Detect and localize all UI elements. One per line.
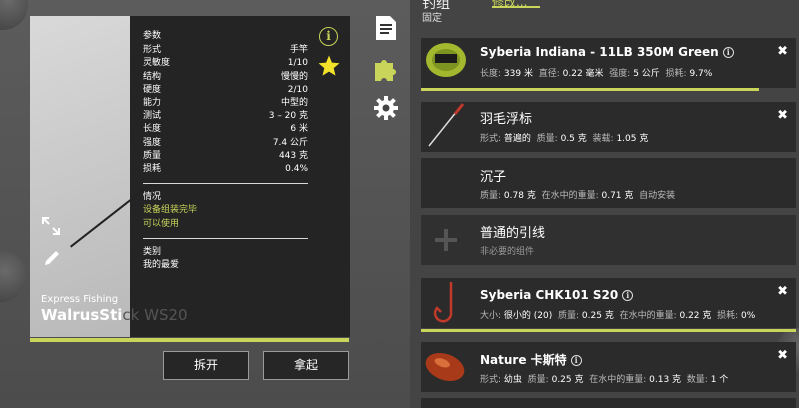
category-value: 我的最爱 bbox=[143, 260, 180, 271]
status-title: 情况 bbox=[143, 192, 162, 203]
status-assembled: 设备组装完毕 bbox=[143, 205, 198, 216]
add-slot-icon[interactable] bbox=[421, 215, 471, 265]
list-item-leader[interactable]: 普通的引线 非必要的组件 bbox=[421, 215, 796, 265]
rod-card: Express Fishing WalrusStick WS20 参数 形式 手竿… bbox=[30, 16, 350, 337]
item-name: 沉子 bbox=[480, 170, 507, 185]
item-details: 大小: 很小的 (20) 质量: 0.25 克 在水中的重量: 0.22 克 损… bbox=[480, 311, 756, 321]
line-wear-bar bbox=[421, 88, 759, 91]
param-row: 灵敏度 1/10 bbox=[143, 57, 308, 70]
param-row: 测试 3 – 20 克 bbox=[143, 110, 308, 123]
item-details: 质量: 0.78 克 在水中的重量: 0.71 克 自动安装 bbox=[480, 191, 676, 201]
category-title: 类别 bbox=[143, 246, 162, 257]
notes-icon[interactable] bbox=[372, 14, 400, 42]
remove-item-button[interactable]: ✖ bbox=[777, 108, 788, 123]
param-row: 损耗 0.4% bbox=[143, 163, 308, 176]
param-label: 强度 bbox=[143, 137, 162, 148]
remove-item-button[interactable]: ✖ bbox=[777, 284, 788, 299]
expand-icon[interactable] bbox=[41, 216, 61, 236]
param-value: 6 米 bbox=[290, 124, 308, 135]
info-icon[interactable]: i bbox=[319, 27, 338, 46]
list-item-hook[interactable]: Syberia CHK101 S20 i 大小: 很小的 (20) 质量: 0.2… bbox=[421, 278, 796, 328]
list-item-partial bbox=[421, 398, 796, 408]
param-label: 能力 bbox=[143, 98, 162, 109]
param-label: 质量 bbox=[143, 150, 162, 161]
larva-bait-icon bbox=[421, 342, 471, 392]
item-name: Nature 卡斯特 i bbox=[480, 351, 582, 368]
param-value: 3 – 20 克 bbox=[268, 111, 308, 122]
param-value: 慢慢的 bbox=[280, 71, 308, 82]
item-name: 普通的引线 bbox=[480, 226, 546, 241]
remove-item-button[interactable]: ✖ bbox=[777, 44, 788, 59]
hook-icon bbox=[421, 278, 471, 328]
param-label: 形式 bbox=[143, 45, 162, 56]
param-row: 强度 7.4 公斤 bbox=[143, 137, 308, 150]
rod-preview-image bbox=[30, 16, 130, 337]
item-name: Syberia CHK101 S20 i bbox=[480, 288, 634, 302]
param-row: 形式 手竿 bbox=[143, 44, 308, 57]
param-row: 长度 6 米 bbox=[143, 123, 308, 136]
param-row: 结构 慢慢的 bbox=[143, 71, 308, 84]
feather-float-icon bbox=[421, 102, 471, 152]
param-row: 质量 443 克 bbox=[143, 150, 308, 163]
item-info-icon[interactable]: i bbox=[622, 290, 634, 301]
rod-stats: 参数 形式 手竿灵敏度 1/10 结构 慢慢的硬度 2/10 能力 中型的测试 3 – 20 克… bbox=[143, 30, 308, 272]
param-label: 长度 bbox=[143, 124, 162, 135]
item-info-icon[interactable]: i bbox=[570, 355, 582, 366]
sinker-thumbnail bbox=[421, 158, 471, 208]
list-item-bait[interactable]: Nature 卡斯特 i 形式: 幼虫 质量: 0.25 克 在水中的重量: 0.… bbox=[421, 342, 796, 392]
param-value: 7.4 公斤 bbox=[272, 137, 308, 148]
rod-name: WalrusStick WS20 bbox=[41, 306, 188, 324]
remove-item-button[interactable]: ✖ bbox=[777, 348, 788, 363]
item-details: 形式: 幼虫 质量: 0.25 克 在水中的重量: 0.13 克 数量: 1 个 bbox=[480, 375, 729, 385]
param-value: 443 克 bbox=[278, 150, 308, 161]
param-value: 1/10 bbox=[287, 58, 308, 69]
unpack-button[interactable]: 拆开 bbox=[163, 351, 249, 380]
item-details: 非必要的组件 bbox=[480, 247, 535, 257]
params-title: 参数 bbox=[143, 31, 162, 41]
settings-gear-icon[interactable] bbox=[372, 94, 400, 122]
status-ready: 可以使用 bbox=[143, 218, 180, 229]
tackle-subtitle: 固定 bbox=[422, 13, 442, 24]
param-row: 硬度 2/10 bbox=[143, 84, 308, 97]
pencil-icon[interactable] bbox=[42, 248, 62, 268]
list-item-line[interactable]: Syberia Indiana - 11LB 350M Green i 长度: 3… bbox=[421, 38, 796, 88]
divider bbox=[143, 237, 308, 239]
line-spool-icon bbox=[421, 38, 471, 88]
rod-brand: Express Fishing bbox=[41, 294, 119, 305]
param-value: 手竿 bbox=[289, 45, 308, 56]
param-label: 结构 bbox=[143, 71, 162, 82]
item-name: 羽毛浮标 bbox=[480, 112, 533, 127]
modify-link[interactable]: 修改... bbox=[492, 0, 527, 10]
item-details: 长度: 339 米 直径: 0.22 毫米 强度: 5 公斤 损耗: 9.7% bbox=[480, 69, 713, 79]
param-label: 硬度 bbox=[143, 84, 162, 95]
tackle-header: 钓组 修改... 固定 bbox=[422, 0, 799, 30]
list-item-float[interactable]: 羽毛浮标 形式: 普遍的 质量: 0.5 克 装载: 1.05 克 ✖ bbox=[421, 102, 796, 152]
param-value: 2/10 bbox=[287, 84, 308, 95]
item-name: Syberia Indiana - 11LB 350M Green i bbox=[480, 45, 734, 59]
params-list: 形式 手竿灵敏度 1/10 结构 慢慢的硬度 2/10 能力 中型的测试 3 – 20 克长度 6… bbox=[143, 44, 308, 176]
param-label: 测试 bbox=[143, 111, 162, 122]
favorite-star-icon[interactable] bbox=[317, 54, 341, 78]
pickup-button[interactable]: 拿起 bbox=[263, 351, 349, 380]
item-details: 形式: 普遍的 质量: 0.5 克 装载: 1.05 克 bbox=[480, 134, 649, 144]
hook-condition-bar bbox=[421, 329, 796, 332]
param-value: 0.4% bbox=[285, 164, 308, 175]
divider bbox=[143, 183, 308, 185]
modify-link-underline bbox=[492, 6, 540, 8]
param-label: 损耗 bbox=[143, 164, 162, 175]
rod-card-accent-bar bbox=[30, 338, 349, 342]
item-info-icon[interactable]: i bbox=[722, 47, 734, 58]
list-item-sinker[interactable]: 沉子 质量: 0.78 克 在水中的重量: 0.71 克 自动安装 bbox=[421, 158, 796, 208]
param-row: 能力 中型的 bbox=[143, 97, 308, 110]
puzzle-icon[interactable] bbox=[372, 55, 400, 83]
param-label: 灵敏度 bbox=[143, 58, 171, 69]
param-value: 中型的 bbox=[280, 98, 308, 109]
